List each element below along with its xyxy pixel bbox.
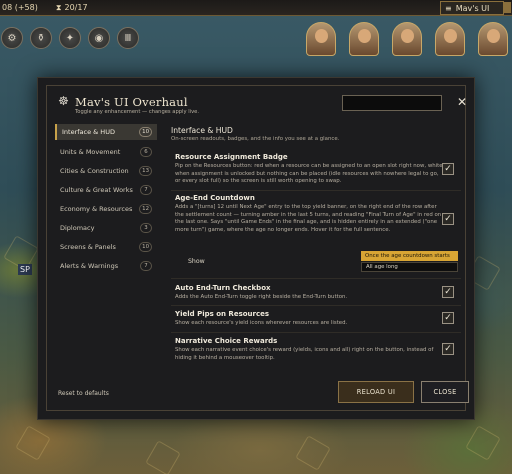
turn-counter: 20/17 bbox=[64, 3, 88, 12]
resource-badge-checkbox[interactable]: ✓ bbox=[442, 163, 454, 175]
leader-portrait[interactable] bbox=[306, 22, 336, 56]
sidebar-item-label: Economy & Resources bbox=[60, 205, 133, 213]
countdown-dropdown-option[interactable]: All age long bbox=[361, 262, 458, 272]
countdown-dropdown-selected[interactable]: Once the age countdown starts bbox=[361, 251, 458, 261]
setting-name: Age-End Countdown bbox=[175, 194, 255, 202]
turn-readout[interactable]: ⧗ 20/17 bbox=[56, 3, 88, 13]
great-works-ring-button[interactable]: ✦ bbox=[59, 27, 81, 49]
civics-ring-button[interactable]: ⚱ bbox=[30, 27, 52, 49]
civics-icon: ⚱ bbox=[36, 32, 46, 44]
sidebar-item-label: Cities & Construction bbox=[60, 167, 129, 175]
divider bbox=[171, 332, 461, 333]
close-button[interactable]: CLOSE bbox=[421, 381, 469, 403]
divider bbox=[171, 190, 461, 191]
sidebar-item-label: Culture & Great Works bbox=[60, 186, 133, 194]
sidebar-item-label: Units & Movement bbox=[60, 148, 121, 156]
narrative-rewards-checkbox[interactable]: ✓ bbox=[442, 343, 454, 355]
setting-description: Pip on the Resources button: red when a … bbox=[175, 163, 443, 185]
count-badge: 12 bbox=[139, 204, 152, 214]
sidebar-item-culture-great-works[interactable]: Culture & Great Works 7 bbox=[55, 182, 157, 198]
dialog-header: ☸ Mav's UI Overhaul Toggle any enhanceme… bbox=[48, 86, 467, 120]
map-hex bbox=[465, 425, 501, 461]
category-sidebar: Interface & HUD 10 Units & Movement 6 Ci… bbox=[55, 124, 157, 283]
reset-defaults-link[interactable]: Reset to defaults bbox=[58, 390, 109, 397]
city-banner[interactable]: SP bbox=[18, 264, 32, 275]
dialog-title: Mav's UI Overhaul bbox=[75, 95, 188, 109]
count-badge: 10 bbox=[139, 242, 152, 252]
divider bbox=[171, 305, 461, 306]
setting-description: Adds a "[turns] 12 until Next Age" entry… bbox=[175, 204, 442, 233]
age-countdown-checkbox[interactable]: ✓ bbox=[442, 213, 454, 225]
setting-description: Show each narrative event choice's rewar… bbox=[175, 347, 434, 361]
top-resource-bar: 08 (+58) ⧗ 20/17 ≡ Mav's UI bbox=[0, 0, 512, 16]
leader-portrait[interactable] bbox=[349, 22, 379, 56]
setting-name: Yield Pips on Resources bbox=[175, 310, 270, 318]
setting-description: Adds the Auto End-Turn toggle right besi… bbox=[175, 294, 348, 300]
leader-portrait[interactable] bbox=[435, 22, 465, 56]
resources-ring-button[interactable]: ◉ bbox=[88, 27, 110, 49]
section-title: Interface & HUD bbox=[171, 126, 233, 135]
close-icon[interactable]: ✕ bbox=[454, 94, 470, 110]
sidebar-item-label: Interface & HUD bbox=[62, 128, 115, 136]
reload-ui-button[interactable]: RELOAD UI bbox=[338, 381, 414, 403]
tech-icon: ⚙ bbox=[7, 32, 17, 44]
map-hex bbox=[145, 440, 181, 474]
show-option-label: Show bbox=[188, 258, 205, 265]
yield-pips-checkbox[interactable]: ✓ bbox=[442, 312, 454, 324]
setting-name: Auto End-Turn Checkbox bbox=[175, 284, 271, 292]
count-badge: 13 bbox=[139, 166, 152, 176]
tech-ring-button[interactable]: ⚙ bbox=[1, 27, 23, 49]
mod-launcher-button[interactable]: ≡ Mav's UI bbox=[440, 1, 504, 15]
setting-description: Show each resource's yield icons whereve… bbox=[175, 320, 348, 326]
resources-icon: ◉ bbox=[94, 32, 104, 44]
sidebar-item-interface-hud[interactable]: Interface & HUD 10 bbox=[55, 124, 157, 140]
sidebar-item-units-movement[interactable]: Units & Movement 6 bbox=[55, 144, 157, 160]
section-subtitle: On-screen readouts, badges, and the info… bbox=[171, 136, 340, 142]
sidebar-item-screens-panels[interactable]: Screens & Panels 10 bbox=[55, 239, 157, 255]
count-badge: 10 bbox=[139, 127, 152, 137]
count-badge: 6 bbox=[140, 147, 152, 157]
policies-ring-button[interactable]: Ⅲ bbox=[117, 27, 139, 49]
dialog-subtitle: Toggle any enhancement — changes apply l… bbox=[75, 109, 200, 115]
sidebar-item-label: Screens & Panels bbox=[60, 243, 116, 251]
map-hex bbox=[15, 425, 51, 461]
bird-icon: ✦ bbox=[65, 32, 75, 44]
sidebar-item-economy-resources[interactable]: Economy & Resources 12 bbox=[55, 201, 157, 217]
count-badge: 3 bbox=[140, 223, 152, 233]
search-input[interactable] bbox=[342, 95, 442, 111]
menu-icon: ≡ bbox=[445, 3, 452, 13]
leader-portrait[interactable] bbox=[392, 22, 422, 56]
hourglass-icon: ⧗ bbox=[55, 2, 62, 12]
count-badge: 7 bbox=[140, 261, 152, 271]
sidebar-item-label: Alerts & Warnings bbox=[60, 262, 119, 270]
corner-ornament bbox=[504, 2, 511, 13]
mod-settings-dialog: ☸ Mav's UI Overhaul Toggle any enhanceme… bbox=[37, 77, 475, 420]
sidebar-item-label: Diplomacy bbox=[60, 224, 95, 232]
sidebar-item-alerts-warnings[interactable]: Alerts & Warnings 7 bbox=[55, 258, 157, 274]
auto-end-turn-checkbox[interactable]: ✓ bbox=[442, 286, 454, 298]
map-hex bbox=[295, 435, 331, 471]
mod-launcher-label: Mav's UI bbox=[455, 3, 490, 13]
gold-readout[interactable]: 08 (+58) bbox=[2, 3, 38, 12]
sidebar-item-cities-construction[interactable]: Cities & Construction 13 bbox=[55, 163, 157, 179]
sidebar-item-diplomacy[interactable]: Diplomacy 3 bbox=[55, 220, 157, 236]
pillar-icon: Ⅲ bbox=[124, 32, 132, 44]
setting-name: Narrative Choice Rewards bbox=[175, 337, 278, 345]
leader-portrait[interactable] bbox=[478, 22, 508, 56]
count-badge: 7 bbox=[140, 185, 152, 195]
gear-skull-icon: ☸ bbox=[58, 94, 69, 108]
divider bbox=[171, 278, 461, 279]
setting-name: Resource Assignment Badge bbox=[175, 153, 288, 161]
